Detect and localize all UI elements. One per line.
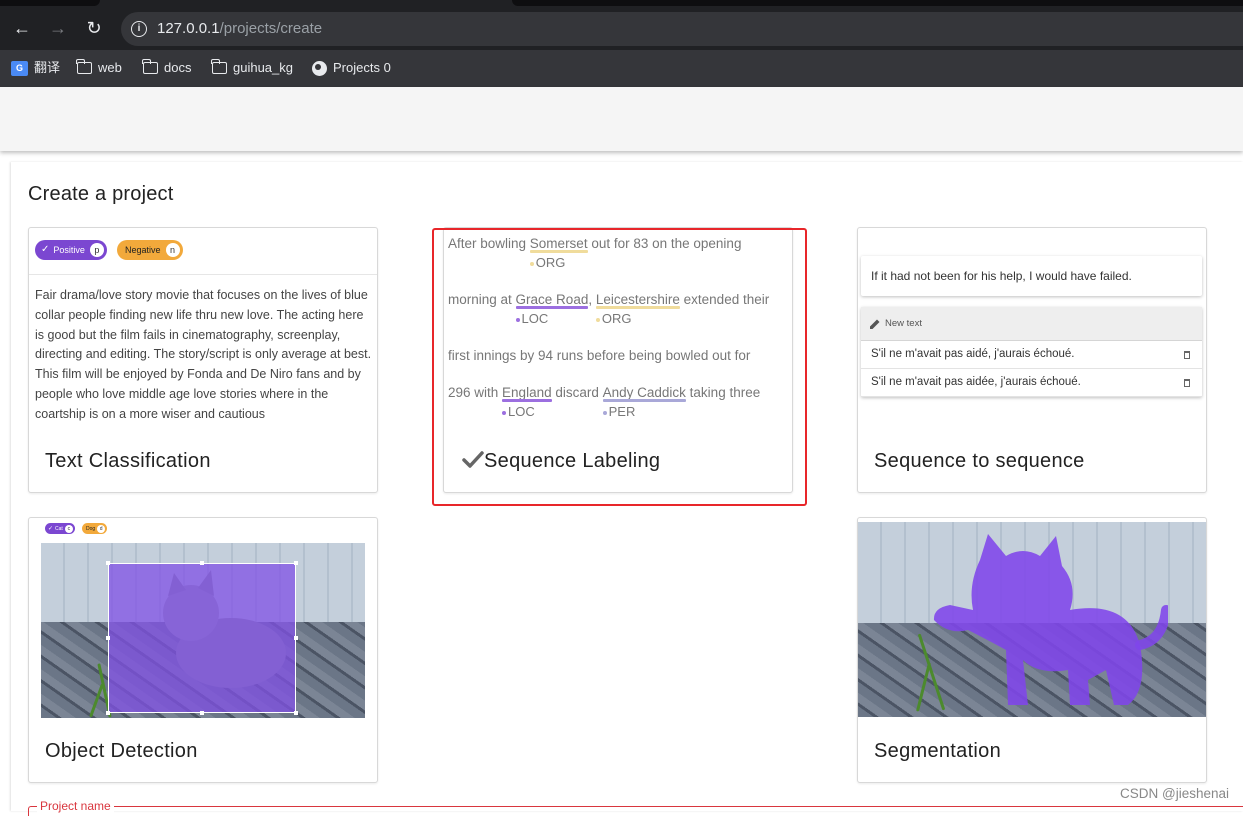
- bookmark-web[interactable]: web: [76, 59, 122, 77]
- bounding-box[interactable]: [108, 563, 296, 713]
- project-name-field[interactable]: [28, 806, 1243, 816]
- url-text: 127.0.0.1/projects/create: [157, 20, 323, 37]
- resize-handle[interactable]: [106, 561, 110, 565]
- resize-handle[interactable]: [106, 636, 110, 640]
- folder-icon: [211, 59, 227, 74]
- list-item: S'il ne m'avait pas aidé, j'aurais échou…: [861, 341, 1202, 369]
- forward-arrow-icon[interactable]: →: [47, 17, 69, 39]
- trash-icon: [1184, 379, 1190, 387]
- card-segmentation[interactable]: Segmentation: [857, 517, 1207, 783]
- chip-negative: Negative n: [117, 240, 183, 260]
- card-object-detection[interactable]: ✓ Cat c Dog d Object Detection: [28, 517, 378, 783]
- resize-handle[interactable]: [294, 711, 298, 715]
- card-title: Sequence to sequence: [874, 450, 1085, 472]
- card-text-classification[interactable]: ✓ Positive p Negative n Fair drama/love …: [28, 227, 378, 493]
- chip-cat: ✓ Cat c: [45, 523, 75, 534]
- resize-handle[interactable]: [200, 561, 204, 565]
- translate-icon: G: [11, 60, 28, 76]
- folder-icon: [76, 59, 92, 74]
- tab-strip: [0, 0, 100, 6]
- app-bar: [0, 87, 1243, 151]
- bookmark-docs[interactable]: docs: [142, 59, 191, 77]
- source-text: If it had not been for his help, I would…: [861, 256, 1202, 296]
- translation-list: New text S'il ne m'avait pas aidé, j'aur…: [861, 307, 1202, 397]
- card-title: Object Detection: [45, 740, 198, 762]
- bookmark-projects[interactable]: Projects 0: [312, 59, 391, 77]
- card-title: Text Classification: [45, 450, 211, 472]
- bookmarks-bar: G 翻译 web docs guihua_kg Projects 0: [0, 50, 1243, 87]
- chip-dog: Dog d: [82, 523, 108, 534]
- address-bar[interactable]: i 127.0.0.1/projects/create: [121, 12, 1243, 46]
- resize-handle[interactable]: [294, 561, 298, 565]
- resize-handle[interactable]: [294, 636, 298, 640]
- resize-handle[interactable]: [200, 711, 204, 715]
- bookmark-translate[interactable]: G 翻译: [11, 59, 60, 77]
- watermark: CSDN @jieshenai: [1120, 786, 1229, 801]
- globe-icon: [312, 60, 327, 76]
- sample-text: Fair drama/love story movie that focuses…: [35, 288, 372, 421]
- chip-positive: ✓ Positive p: [35, 240, 107, 260]
- back-arrow-icon[interactable]: ←: [11, 17, 33, 39]
- check-icon: ✓: [48, 525, 54, 532]
- segmentation-mask: [933, 534, 1168, 705]
- kitten-photo: [858, 522, 1206, 717]
- bookmark-guihua-kg[interactable]: guihua_kg: [211, 59, 293, 77]
- resize-handle[interactable]: [106, 711, 110, 715]
- card-title: Segmentation: [874, 740, 1002, 762]
- list-item: S'il ne m'avait pas aidée, j'aurais écho…: [861, 369, 1202, 397]
- check-icon: ✓: [41, 244, 50, 255]
- folder-icon: [142, 59, 158, 74]
- info-icon[interactable]: i: [131, 21, 147, 37]
- page-title: Create a project: [28, 183, 174, 205]
- trash-icon: [1184, 351, 1190, 359]
- reload-icon[interactable]: ↻: [83, 17, 105, 39]
- divider: [29, 274, 377, 275]
- pencil-icon: [870, 319, 880, 329]
- new-text-row: New text: [861, 307, 1202, 341]
- card-seq2seq[interactable]: If it had not been for his help, I would…: [857, 227, 1207, 493]
- highlight-box: [432, 228, 807, 506]
- browser-toolbar: ← → ↻ i 127.0.0.1/projects/create: [0, 0, 1243, 50]
- kitten-photo: [41, 543, 365, 718]
- tab-strip: [512, 0, 1243, 6]
